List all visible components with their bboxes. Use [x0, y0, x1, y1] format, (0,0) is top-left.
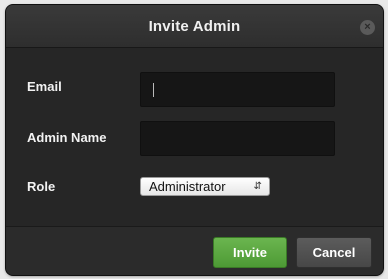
role-select[interactable]: Administrator ⇵ — [140, 177, 270, 196]
invite-admin-dialog: Invite Admin × Email Admin Name Role Adm… — [6, 5, 383, 275]
updown-chevron-icon: ⇵ — [253, 181, 262, 192]
role-select-value: Administrator — [149, 179, 226, 194]
cancel-button[interactable]: Cancel — [296, 237, 372, 268]
dialog-titlebar: Invite Admin × — [6, 5, 383, 48]
invite-button[interactable]: Invite — [213, 237, 287, 268]
role-label: Role — [27, 179, 56, 194]
close-icon[interactable]: × — [360, 20, 375, 35]
admin-name-field[interactable] — [140, 121, 335, 156]
email-label: Email — [27, 79, 62, 94]
admin-name-label: Admin Name — [27, 130, 107, 145]
email-field[interactable] — [140, 72, 335, 107]
dialog-footer: Invite Cancel — [6, 226, 383, 275]
dialog-title: Invite Admin — [148, 18, 241, 35]
text-cursor — [153, 83, 154, 97]
